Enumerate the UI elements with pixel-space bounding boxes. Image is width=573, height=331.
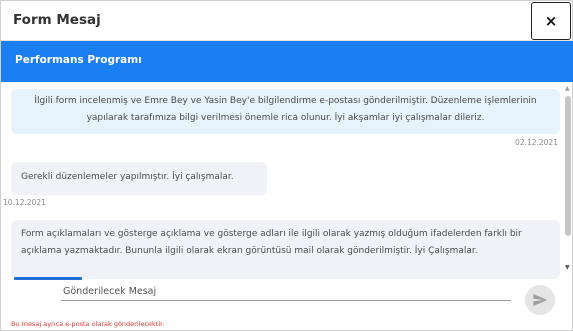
compose-area bbox=[61, 283, 511, 303]
close-icon: × bbox=[544, 12, 558, 30]
message-date: 02.12.2021 bbox=[515, 138, 558, 147]
send-button[interactable] bbox=[525, 285, 555, 315]
form-message-modal: Form Mesaj × Performans Programı İlgili … bbox=[0, 0, 573, 331]
modal-title: Form Mesaj bbox=[13, 12, 101, 28]
scroll-up-icon[interactable]: ▲ bbox=[565, 85, 570, 92]
scrollbar-thumb[interactable] bbox=[565, 96, 571, 236]
message-input[interactable] bbox=[61, 283, 511, 301]
message-list[interactable]: İlgili form incelenmiş ve Emre Bey ve Ya… bbox=[1, 82, 573, 279]
send-icon bbox=[533, 294, 548, 306]
message-date: 10.12.2021 bbox=[3, 198, 46, 207]
close-button[interactable]: × bbox=[531, 2, 571, 40]
message-bubble-incoming: Form açıklamaları ve gösterge açıklama v… bbox=[11, 220, 560, 279]
message-bubble-outgoing: Gerekli düzenlemeler yapılmıştır. İyi ça… bbox=[11, 162, 267, 195]
message-scrollbar[interactable]: ▲ ▼ bbox=[564, 83, 573, 277]
program-banner: Performans Programı bbox=[1, 41, 573, 82]
program-title: Performans Programı bbox=[15, 54, 142, 66]
message-bubble-incoming: İlgili form incelenmiş ve Emre Bey ve Ya… bbox=[11, 89, 560, 134]
email-notice: Bu mesaj ayrıca e-posta olarak gönderile… bbox=[11, 320, 165, 328]
scroll-down-icon[interactable]: ▼ bbox=[565, 264, 570, 271]
input-focus-indicator bbox=[14, 277, 82, 280]
modal-header: Form Mesaj × bbox=[1, 1, 573, 41]
